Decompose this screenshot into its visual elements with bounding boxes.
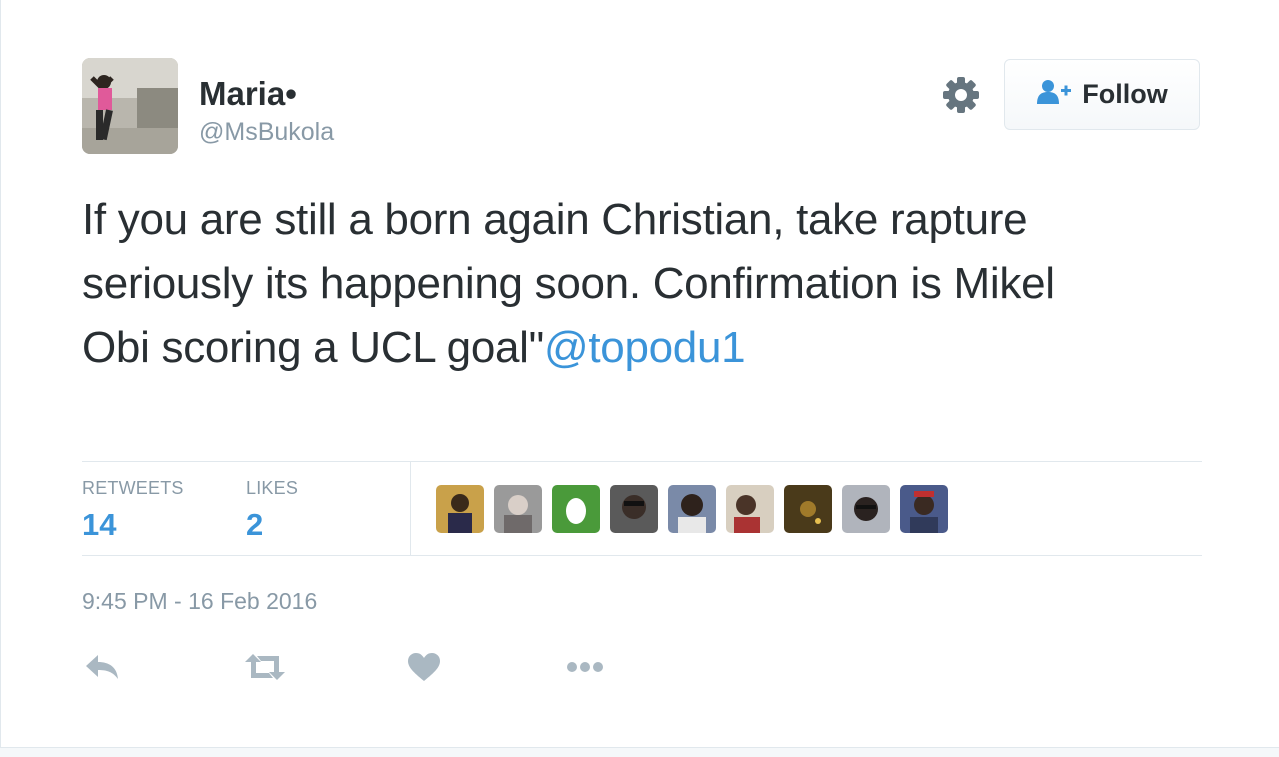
- liker-avatar[interactable]: [784, 485, 832, 533]
- user-display-name[interactable]: Maria•: [199, 74, 297, 114]
- likes-stat[interactable]: LIKES 2: [246, 478, 298, 543]
- liker-avatar[interactable]: [494, 485, 542, 533]
- frame-border: [0, 0, 1, 757]
- retweets-label: RETWEETS: [82, 478, 184, 498]
- liker-avatar[interactable]: [552, 485, 600, 533]
- tweet-timestamp[interactable]: 9:45 PM - 16 Feb 2016: [82, 588, 317, 615]
- liker-avatars: [436, 485, 948, 533]
- gear-icon[interactable]: [940, 74, 982, 116]
- reply-icon[interactable]: [80, 650, 124, 684]
- follow-button[interactable]: Follow: [1004, 59, 1200, 130]
- likes-count: 2: [246, 507, 264, 542]
- divider: [82, 461, 1202, 462]
- follow-button-label: Follow: [1082, 79, 1168, 109]
- likes-label: LIKES: [246, 478, 299, 498]
- frame-border: [0, 747, 1279, 757]
- mention-link[interactable]: @topodu1: [544, 323, 746, 372]
- stats-divider: [410, 462, 411, 555]
- divider: [82, 555, 1202, 556]
- like-icon[interactable]: [402, 650, 446, 684]
- retweets-stat[interactable]: RETWEETS 14: [82, 478, 184, 543]
- liker-avatar[interactable]: [610, 485, 658, 533]
- liker-avatar[interactable]: [726, 485, 774, 533]
- liker-avatar[interactable]: [900, 485, 948, 533]
- retweets-count: 14: [82, 507, 117, 542]
- user-avatar[interactable]: [82, 58, 178, 154]
- retweet-icon[interactable]: [243, 650, 287, 684]
- liker-avatar[interactable]: [842, 485, 890, 533]
- liker-avatar[interactable]: [668, 485, 716, 533]
- liker-avatar[interactable]: [436, 485, 484, 533]
- user-handle[interactable]: @MsBukola: [199, 116, 334, 148]
- tweet-text: If you are still a born again Christian,…: [82, 188, 1082, 380]
- add-user-icon: [1036, 78, 1072, 111]
- more-icon[interactable]: [563, 650, 607, 684]
